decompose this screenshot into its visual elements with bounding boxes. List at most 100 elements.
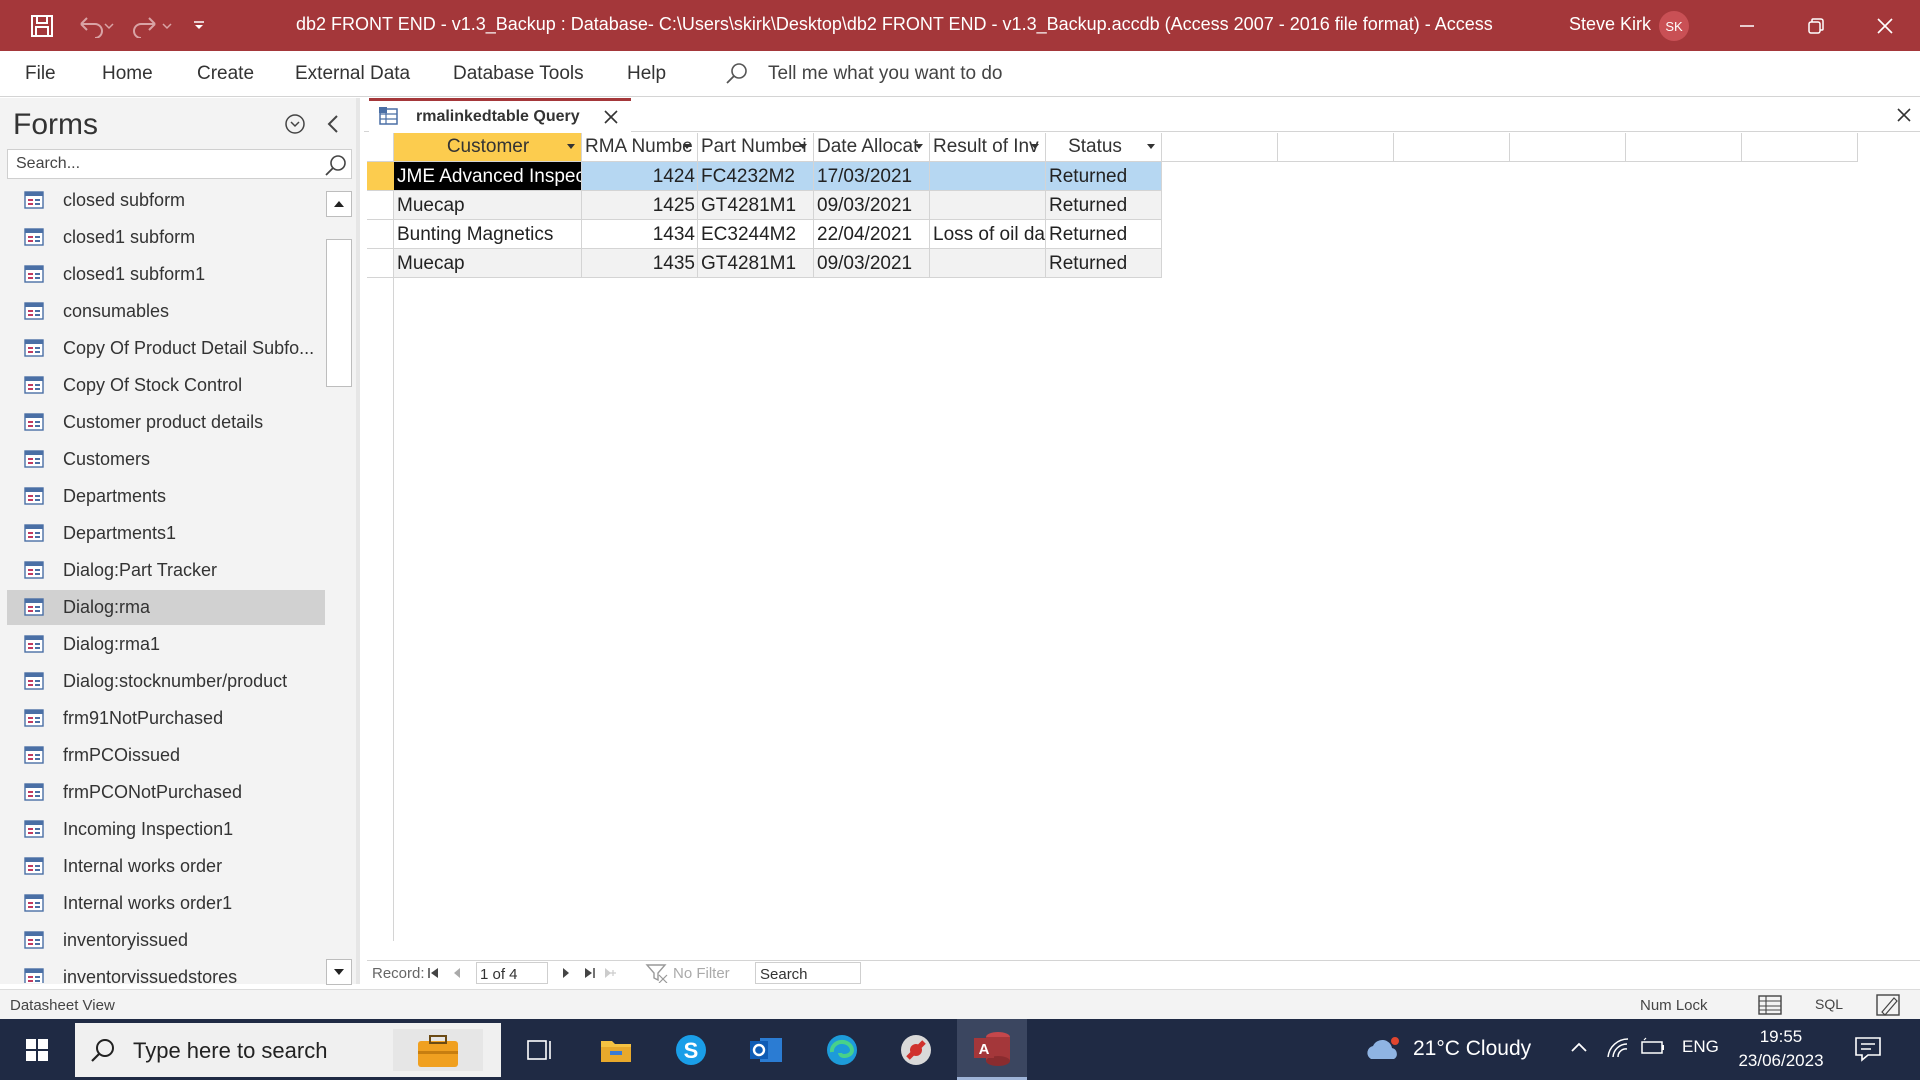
nav-item-form[interactable]: consumables: [7, 294, 325, 329]
column-header-part-number[interactable]: Part Numbei: [698, 133, 814, 162]
design-view-icon[interactable]: [1874, 992, 1902, 1018]
table-cell[interactable]: GT4281M1: [698, 191, 814, 220]
briefcase-icon[interactable]: [393, 1029, 483, 1071]
document-tab[interactable]: rmalinkedtable Query: [369, 98, 631, 132]
taskbar-search-box[interactable]: Type here to search: [75, 1023, 501, 1077]
nav-item-form[interactable]: Dialog:stocknumber/product: [7, 664, 325, 699]
lightbulb-search-icon[interactable]: [724, 61, 750, 87]
row-selector[interactable]: [367, 220, 394, 249]
row-selector[interactable]: [367, 249, 394, 278]
clock[interactable]: 19:55 23/06/2023: [1735, 1025, 1827, 1073]
previous-record-icon[interactable]: [448, 964, 466, 982]
table-cell[interactable]: Returned: [1046, 249, 1162, 278]
nav-item-form[interactable]: frmPCOissued: [7, 738, 325, 773]
nav-item-form[interactable]: inventoryissuedstores: [7, 960, 325, 983]
save-icon[interactable]: [22, 0, 62, 51]
column-header-result-of-inv[interactable]: Result of Inv: [930, 133, 1046, 162]
collapse-pane-icon[interactable]: [322, 112, 346, 136]
customize-qat-icon[interactable]: [186, 0, 212, 51]
select-all-corner[interactable]: [367, 133, 394, 162]
undo-icon[interactable]: [70, 0, 120, 51]
notification-icon[interactable]: [1853, 1035, 1883, 1063]
outlook-icon[interactable]: [743, 1027, 789, 1073]
tab-home[interactable]: Home: [102, 63, 153, 85]
file-explorer-icon[interactable]: [593, 1027, 639, 1073]
nav-item-form[interactable]: Departments: [7, 479, 325, 514]
table-row[interactable]: JME Advanced Inspection 1424 FC4232M2 17/03…: [394, 162, 1162, 191]
tab-create[interactable]: Create: [197, 63, 254, 85]
filter-status[interactable]: No Filter: [673, 965, 730, 982]
nav-item-form[interactable]: closed1 subform1: [7, 257, 325, 292]
table-cell[interactable]: [930, 162, 1046, 191]
table-cell[interactable]: 1424: [582, 162, 698, 191]
table-row[interactable]: Bunting Magnetics 1434 EC3244M2 22/04/2021 L…: [394, 220, 1162, 249]
battery-icon[interactable]: [1640, 1037, 1666, 1062]
table-cell[interactable]: [930, 191, 1046, 220]
redo-icon[interactable]: [128, 0, 178, 51]
scroll-up-button[interactable]: [326, 191, 352, 217]
tab-file[interactable]: File: [25, 63, 56, 85]
table-cell[interactable]: [930, 249, 1046, 278]
close-all-icon[interactable]: [1895, 106, 1913, 124]
nav-item-form[interactable]: closed1 subform: [7, 220, 325, 255]
nav-item-form[interactable]: Internal works order: [7, 849, 325, 884]
datasheet-view-icon[interactable]: [1756, 993, 1784, 1017]
nav-item-form[interactable]: frm91NotPurchased: [7, 701, 325, 736]
nav-item-form[interactable]: Customer product details: [7, 405, 325, 440]
nav-item-form[interactable]: Dialog:Part Tracker: [7, 553, 325, 588]
chevron-down-icon[interactable]: [682, 143, 692, 151]
nav-item-form[interactable]: Internal works order1: [7, 886, 325, 921]
chevron-down-icon[interactable]: [798, 143, 808, 151]
column-header-status[interactable]: Status: [1046, 133, 1162, 162]
table-cell[interactable]: Muecap: [394, 249, 582, 278]
nav-item-form[interactable]: Departments1: [7, 516, 325, 551]
chevron-up-icon[interactable]: [1569, 1037, 1589, 1062]
table-cell[interactable]: Loss of oil dam: [930, 220, 1046, 249]
cloud-icon[interactable]: [1363, 1033, 1403, 1065]
app-pinned-icon[interactable]: [893, 1027, 939, 1073]
column-header-customer[interactable]: Customer: [394, 133, 582, 162]
chevron-down-icon[interactable]: [914, 143, 924, 151]
table-cell[interactable]: 09/03/2021: [814, 249, 930, 278]
close-button[interactable]: [1851, 0, 1919, 51]
table-cell[interactable]: 1435: [582, 249, 698, 278]
nav-item-form[interactable]: Dialog:rma1: [7, 627, 325, 662]
nav-item-form[interactable]: Copy Of Stock Control: [7, 368, 325, 403]
chevron-down-icon[interactable]: [283, 112, 307, 136]
sql-view-button[interactable]: SQL: [1815, 996, 1843, 1012]
table-cell[interactable]: Muecap: [394, 191, 582, 220]
tab-help[interactable]: Help: [627, 63, 666, 85]
table-cell[interactable]: GT4281M1: [698, 249, 814, 278]
record-position-input[interactable]: 1 of 4: [476, 962, 548, 984]
close-icon[interactable]: [601, 107, 621, 127]
nav-item-form[interactable]: Incoming Inspection1: [7, 812, 325, 847]
minimize-button[interactable]: [1713, 0, 1781, 51]
table-cell[interactable]: 09/03/2021: [814, 191, 930, 220]
tab-external-data[interactable]: External Data: [295, 63, 410, 85]
table-cell[interactable]: Bunting Magnetics: [394, 220, 582, 249]
table-row[interactable]: Muecap 1425 GT4281M1 09/03/2021 Returned: [394, 191, 1162, 220]
table-cell[interactable]: 22/04/2021: [814, 220, 930, 249]
restore-button[interactable]: [1782, 0, 1850, 51]
chevron-down-icon[interactable]: [1030, 143, 1040, 151]
windows-start-icon[interactable]: [14, 1033, 58, 1069]
nav-item-form[interactable]: Customers: [7, 442, 325, 477]
table-cell[interactable]: Returned: [1046, 220, 1162, 249]
column-header-date-allocated[interactable]: Date Allocat: [814, 133, 930, 162]
weather-text[interactable]: 21°C Cloudy: [1413, 1037, 1531, 1061]
table-cell[interactable]: 1434: [582, 220, 698, 249]
table-cell[interactable]: JME Advanced Inspection: [394, 162, 582, 191]
nav-search-input[interactable]: Search...: [7, 149, 352, 179]
chevron-down-icon[interactable]: [566, 143, 576, 151]
chevron-down-icon[interactable]: [1146, 143, 1156, 151]
column-header-rma-number[interactable]: RMA Numbe: [582, 133, 698, 162]
nav-scrollbar[interactable]: [326, 191, 352, 985]
user-name[interactable]: Steve Kirk: [1569, 14, 1651, 35]
search-icon[interactable]: [324, 153, 348, 177]
row-selector[interactable]: [367, 191, 394, 220]
record-search-input[interactable]: Search: [755, 962, 861, 984]
tab-database-tools[interactable]: Database Tools: [453, 63, 584, 85]
task-view-icon[interactable]: [517, 1027, 563, 1073]
table-cell[interactable]: FC4232M2: [698, 162, 814, 191]
nav-item-form[interactable]: closed subform: [7, 183, 325, 218]
